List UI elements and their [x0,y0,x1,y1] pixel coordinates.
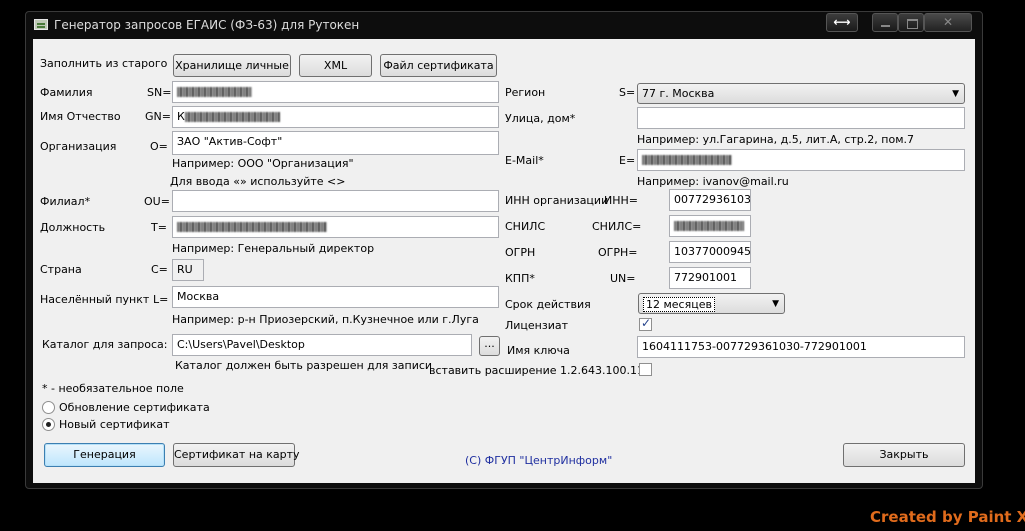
region-value: 77 г. Москва [642,87,715,100]
ogrn-label: ОГРН [505,246,536,259]
extension-checkbox[interactable] [639,363,652,376]
chevron-down-icon: ▼ [772,299,779,309]
watermark: Created by Paint X [870,508,1025,526]
title-bar[interactable]: Генератор запросов ЕГАИС (ФЗ-63) для Рут… [26,12,982,38]
org-hint: Например: ООО "Организация" [172,157,354,170]
cert-to-card-button[interactable]: Сертификат на карту [173,443,300,467]
personal-store-button[interactable]: Хранилище личные [173,54,291,77]
cert-file-button[interactable]: Файл сертификата [380,54,497,77]
redacted-text [177,87,252,97]
region-code: S= [619,86,636,99]
window-title: Генератор запросов ЕГАИС (ФЗ-63) для Рут… [54,18,360,32]
key-name-input[interactable]: 1604111753-007729361030-772901001 [637,336,965,358]
redacted-text [184,112,280,122]
email-label: E-Mail* [505,154,544,167]
region-select[interactable]: 77 г. Москва ▼ [637,83,965,104]
inn-label: ИНН организации [505,194,609,207]
redacted-text [177,222,327,232]
catalog-label: Каталог для запроса: [42,338,168,351]
position-code: T= [151,221,167,234]
update-cert-label: Обновление сертификата [59,401,210,414]
app-window: Генератор запросов ЕГАИС (ФЗ-63) для Рут… [25,11,983,489]
name-value: К [177,110,185,123]
country-input[interactable]: RU [172,259,204,281]
update-cert-radio[interactable] [42,401,55,414]
maximize-button[interactable] [898,13,924,32]
quotes-hint: Для ввода «» используйте <> [170,175,346,188]
validity-select[interactable]: 12 месяцев ▼ [638,293,785,314]
xml-button[interactable]: XML [299,54,372,77]
kpp-label: КПП* [505,272,535,285]
close-window-button[interactable]: ✕ [924,13,972,32]
validity-value: 12 месяцев [643,297,715,312]
position-hint: Например: Генеральный директор [172,242,375,255]
new-cert-label: Новый сертификат [59,418,170,431]
street-hint: Например: ул.Гагарина, д.5, лит.А, стр.2… [637,133,914,146]
browse-button[interactable]: ... [479,336,500,356]
licensee-checkbox[interactable] [639,316,652,331]
surname-label: Фамилия [40,86,93,99]
surname-code: SN= [147,86,172,99]
form-panel: Заполнить из старого Хранилище личные XM… [33,39,975,483]
fill-from-old-label: Заполнить из старого [40,57,168,70]
position-input[interactable] [172,216,499,238]
name-input[interactable]: К [172,106,499,128]
org-label: Организация [40,140,117,153]
inn-code: ИНН= [604,194,638,207]
generate-button[interactable]: Генерация [44,443,165,467]
locality-code: L= [153,293,169,306]
street-input[interactable] [637,107,965,129]
resize-icon[interactable]: ⟷ [826,13,858,32]
copyright-text: (C) ФГУП "ЦентрИнформ" [465,454,613,467]
name-label: Имя Отчество [40,110,121,123]
locality-hint: Например: р-н Приозерский, п.Кузнечное и… [172,313,479,326]
chevron-down-icon: ▼ [952,89,959,99]
key-name-label: Имя ключа [507,344,570,357]
close-button[interactable]: Закрыть [843,443,965,467]
extension-label: вставить расширение 1.2.643.100.111 [429,364,652,377]
surname-input[interactable] [172,81,499,103]
email-hint: Например: ivanov@mail.ru [637,175,789,188]
licensee-label: Лицензиат [505,319,569,332]
inn-input[interactable]: 007729361030 [669,189,751,211]
catalog-input[interactable]: C:\Users\Pavel\Desktop [172,334,472,356]
new-cert-radio[interactable] [42,418,55,431]
kpp-code: UN= [610,272,636,285]
close-icon: ✕ [942,15,954,29]
org-input[interactable]: ЗАО "Актив-Софт" [172,131,499,155]
locality-label: Населённый пункт [40,293,150,306]
validity-label: Срок действия [505,298,591,311]
snils-input[interactable] [669,215,751,237]
branch-input[interactable] [172,190,499,212]
app-icon [34,19,48,30]
ogrn-code: ОГРН= [598,246,638,259]
snils-code: СНИЛС= [592,220,642,233]
optional-note: * - необязательное поле [42,382,184,395]
catalog-hint: Каталог должен быть разрешен для записи [175,359,433,372]
country-label: Страна [40,263,82,276]
email-input[interactable] [637,149,965,171]
kpp-input[interactable]: 772901001 [669,267,751,289]
email-code: E= [619,154,636,167]
branch-label: Филиал* [40,195,91,208]
snils-label: СНИЛС [505,220,546,233]
ogrn-input[interactable]: 1037700094541 [669,241,751,263]
street-label: Улица, дом* [505,112,576,125]
minimize-button[interactable] [872,13,898,32]
locality-input[interactable]: Москва [172,286,499,308]
redacted-text [642,155,732,165]
org-code: O= [150,140,168,153]
branch-code: OU= [144,195,170,208]
name-code: GN= [145,110,171,123]
position-label: Должность [40,221,106,234]
redacted-text [674,221,744,231]
country-code: C= [151,263,168,276]
region-label: Регион [505,86,546,99]
